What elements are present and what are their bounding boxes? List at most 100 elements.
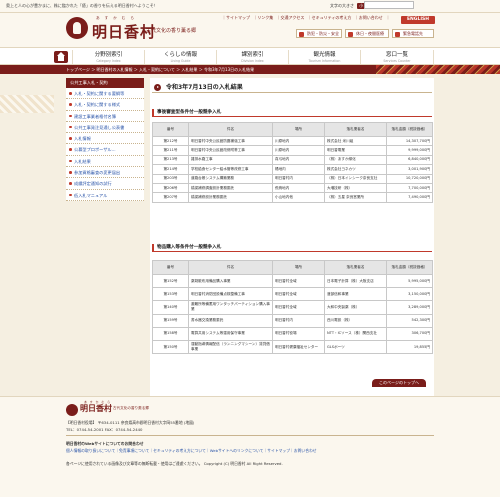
table-row: 第211号 明日香村中央公民館改修附帯工事 川原地内 明日香電業 9,999,000円: [152, 145, 433, 156]
table-cell: 飛鳥地内: [272, 182, 325, 194]
price-cell: 3,150,000円: [386, 287, 433, 302]
medical-button[interactable]: 休日・夜間医療: [345, 29, 389, 38]
table-cell: 明日香村全域: [272, 273, 325, 289]
sidebar-item[interactable]: 建設工事業者格付名簿: [66, 110, 144, 122]
site-tagline: 古代文化の香り薫る郷: [146, 28, 197, 34]
footer-about-title: 明日香村のWebサイトについてのお問合わせ: [66, 441, 144, 446]
table-row: 第213号 雑排水路工事 真弓地内 （株）あすか緑化 6,840,000円: [152, 154, 433, 166]
util-link-contact[interactable]: ｜お問い合わせ: [355, 15, 383, 20]
emergency-button[interactable]: 緊急電話先: [392, 29, 434, 38]
price-cell: 3,001,900円: [386, 164, 433, 175]
sidebar-item[interactable]: 入札情報: [66, 133, 144, 145]
nav-title: 分野別索引: [94, 52, 123, 58]
footer-address: 【明日香村役場】 〒634-0111 奈良県高市郡明日香村大字岡55番地 (地図…: [66, 420, 195, 425]
sidebar-item[interactable]: 成績評定通知の試行: [66, 178, 144, 190]
col-header: 番号: [152, 260, 189, 275]
nav-tourism[interactable]: 観光情報 Tourism Information: [288, 50, 360, 64]
english-button[interactable]: ENGLISH: [401, 16, 435, 24]
price-cell: 306,700円: [386, 326, 433, 341]
utility-links: ｜サイトマップ ｜リンク集 ｜交通アクセス ｜セキュリティの考え方 ｜お問い合わ…: [222, 15, 392, 21]
util-link-sitemap[interactable]: ｜サイトマップ: [222, 15, 250, 20]
table-row: 第152号 薬剤散布用備品購入事業 明日香村全域 日本電子計算（株）大阪支店 5,995…: [152, 273, 433, 289]
back-to-top-link[interactable]: このページのトップへ: [372, 379, 426, 387]
table-row: 第159号 書水器交換業務委託 明日香村内 西川電設（株） 542,300円: [152, 313, 433, 328]
item-name-cell: 避難所等備蓄用ワンタッチパーティション購入事業: [188, 300, 273, 315]
item-name-cell: 学校給食センター給水管等改修工事: [188, 164, 273, 175]
table-cell: 真弓地内: [272, 154, 325, 166]
col-header: 落札金額（税抜価格）: [386, 260, 433, 275]
nav-subtitle: Tourism Information: [308, 59, 341, 63]
sidebar-title: 公共工事入札・契約: [66, 78, 144, 88]
util-link-access[interactable]: ｜交通アクセス: [277, 15, 305, 20]
table-cell: 明日香村健康福祉センター: [272, 339, 325, 355]
sidebar-item[interactable]: 参加資格審査の変更届出: [66, 167, 144, 179]
nav-pattern-decoration: [0, 95, 54, 113]
breadcrumb[interactable]: トップページ ＞ 明日香村の入札情報 ＞ 入札・契約について ＞ 入札結果 ＞ …: [66, 67, 254, 73]
table-cell: 第213号: [152, 154, 189, 166]
price-cell: 542,300円: [386, 313, 433, 328]
footer-links[interactable]: 個人情報の取り扱いについて｜免責事項について｜セキュリティの考え方について｜We…: [66, 448, 317, 454]
top-bar: 奥上と人の心が豊かまに、株に臨かれた「癒」の香りを伝える明日香村へようこそ！ 文…: [0, 0, 500, 13]
page: 奥上と人の心が豊かまに、株に臨かれた「癒」の香りを伝える明日香村へようこそ！ 文…: [0, 0, 500, 497]
footer-divider: [66, 435, 434, 436]
table-cell: 日本電子計算（株）大阪支店: [324, 273, 387, 289]
village-logo-icon[interactable]: [66, 17, 88, 39]
results-table-construction: 番号 件名 場所 落札業者名 落札金額（税抜価格） 第212号 明日香村中央公民館…: [152, 122, 433, 203]
table-cell: 小山地内他: [272, 192, 325, 203]
table-cell: 明日香村役場: [272, 326, 325, 341]
footer-tagline: 古代文化の香り薫る郷: [113, 406, 149, 410]
nav-subtitle: Category Index: [96, 59, 121, 63]
price-cell: 9,999,000円: [386, 145, 433, 156]
util-link-links[interactable]: ｜リンク集: [253, 15, 273, 20]
table-cell: 第153号: [152, 287, 189, 302]
price-cell: 3,289,000円: [386, 300, 433, 315]
table-cell: 渡部信和事業: [324, 287, 387, 302]
table-cell: 株式会社 米川組: [324, 135, 387, 147]
nav-title: 課別索引: [241, 52, 264, 58]
sidebar-item[interactable]: 低入札マニュアル: [66, 189, 144, 201]
col-header: 場所: [272, 260, 325, 275]
footer-link-list[interactable]: 個人情報の取り扱いについて｜免責事項について｜セキュリティの考え方について｜We…: [66, 448, 317, 453]
item-name-cell: 雑排水路工事: [188, 154, 273, 166]
nav-counters[interactable]: 窓口一覧 Services Counter: [360, 50, 434, 64]
main-content: 令和3年7月13日の入札結果 事後審査型条件付一般競争入札 番号 件名 場所 落…: [150, 78, 434, 396]
price-cell: 7,490,000円: [386, 192, 433, 203]
table-cell: 明日香村内: [272, 313, 325, 328]
table-cell: （株）あすか緑化: [324, 154, 387, 166]
welcome-text: 奥上と人の心が豊かまに、株に臨かれた「癒」の香りを伝える明日香村へようこそ！: [6, 3, 158, 8]
price-cell: 19,855円: [386, 339, 433, 355]
search-input[interactable]: [364, 1, 414, 9]
table-row: 第140号 避難所等備蓄用ワンタッチパーティション購入事業 明日香村全域 大和中央製薬…: [152, 300, 433, 315]
item-name-cell: 運動指導情報配信（ランニングマシーン）賃貸借事業: [188, 339, 273, 355]
sidebar-item[interactable]: 入札・契約に関する要綱等: [66, 88, 144, 100]
util-link-security[interactable]: ｜セキュリティの考え方: [308, 15, 352, 20]
price-cell: 6,840,000円: [386, 154, 433, 166]
table-cell: 第158号: [152, 326, 189, 341]
pattern-decoration: [376, 65, 500, 74]
nav-living-guide[interactable]: くらしの情報 Living Guide: [144, 50, 216, 64]
footer-logo-icon: [66, 404, 78, 416]
table-row: 第203号 道路台帳システム構築業務 明日香村内 （株）日本インシーク奈良支社 10,7…: [152, 173, 433, 184]
table-cell: 大和中央製薬（株）: [324, 300, 387, 315]
footer-phone: TEL：0744-54-2001 FAX：0744-54-2440: [66, 427, 143, 432]
sidebar-item[interactable]: 公募型プロポーザル...: [66, 144, 144, 156]
home-icon[interactable]: [54, 51, 68, 63]
nav-title: 観光情報: [313, 52, 336, 58]
sidebar-item[interactable]: 入札結果: [66, 155, 144, 168]
table-cell: 第207号: [152, 192, 189, 203]
sidebar-item[interactable]: 公共工事発注見通し公表書: [66, 121, 144, 134]
site-footer: あすかむら 明日香村 古代文化の香り薫る郷 【明日香村役場】 〒634-0111…: [0, 396, 500, 497]
safety-button[interactable]: 防犯・防災・安全: [296, 29, 342, 38]
sidebar-item[interactable]: 入札・契約に関する様式: [66, 99, 144, 111]
nav-division-index[interactable]: 課別索引 Division Index: [216, 50, 288, 64]
nav-category-index[interactable]: 分野別索引 Category Index: [72, 50, 144, 64]
table-cell: 第211号: [152, 145, 189, 156]
col-header: 件名: [188, 122, 273, 137]
table-cell: 橘地内: [272, 164, 325, 175]
section-heading: 事後審査型条件付一般競争入札: [152, 108, 432, 117]
table-cell: 第152号: [152, 273, 189, 289]
col-header: 場所: [272, 122, 325, 137]
col-header: 件名: [188, 260, 273, 275]
table-row: 第212号 明日香村中央公民館防震補強工事 川原地内 株式会社 米川組 14,307,7…: [152, 135, 433, 147]
table-cell: 大増技研（株）: [324, 182, 387, 194]
